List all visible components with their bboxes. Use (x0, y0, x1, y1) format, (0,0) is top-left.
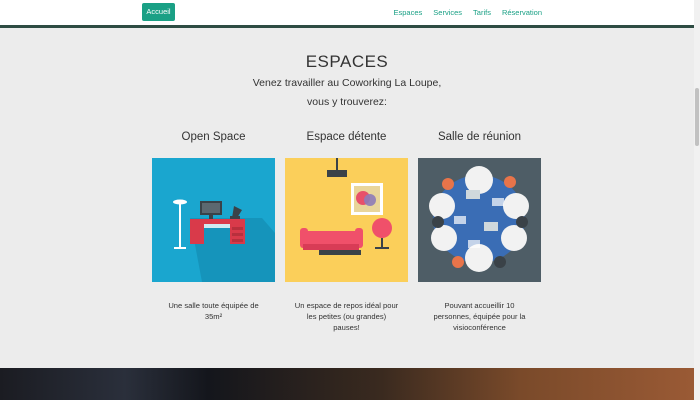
navbar: Accueil Espaces Services Tarifs Réservat… (0, 0, 694, 28)
relaxation-area-illustration (285, 158, 408, 282)
nav-link-tarifs[interactable]: Tarifs (473, 8, 491, 17)
nav-link-espaces[interactable]: Espaces (394, 8, 423, 17)
section-subtitle-line2: vous y trouverez: (307, 96, 387, 108)
card-desc-line: Un espace de repos idéal pour (294, 301, 399, 310)
scrollbar[interactable] (694, 0, 700, 400)
card-desc-line: visioconférence (453, 323, 506, 332)
card-title-espace-detente: Espace détente (306, 131, 387, 143)
card-title-open-space: Open Space (181, 131, 246, 143)
open-space-illustration (152, 158, 275, 282)
card-desc-line: Pouvant accueillir 10 (444, 301, 515, 310)
nav-links: Espaces Services Tarifs Réservation (394, 8, 543, 17)
card-title-salle-reunion: Salle de réunion (437, 131, 522, 143)
card-desc-espace-detente: Un espace de repos idéal pour les petite… (285, 300, 408, 333)
background-photo (0, 368, 694, 400)
nav-link-reservation[interactable]: Réservation (502, 8, 542, 17)
section-subtitle-line1: Venez travailler au Coworking La Loupe, (252, 77, 442, 89)
card-desc-line: les petites (ou grandes) (306, 312, 387, 321)
card-desc-line: personnes, équipée pour la (433, 312, 526, 321)
home-button[interactable]: Accueil (142, 3, 175, 21)
card-desc-line: Une salle toute équipée de (168, 301, 259, 310)
scrollbar-thumb[interactable] (695, 88, 699, 146)
card-desc-open-space: Une salle toute équipée de 35m² (152, 300, 275, 322)
card-desc-salle-reunion: Pouvant accueillir 10 personnes, équipée… (418, 300, 541, 333)
nav-link-services[interactable]: Services (433, 8, 462, 17)
meeting-room-illustration (418, 158, 541, 282)
card-desc-line: 35m² (204, 312, 223, 321)
section-title: ESPACES (305, 52, 389, 71)
card-desc-line: pauses! (333, 323, 360, 332)
